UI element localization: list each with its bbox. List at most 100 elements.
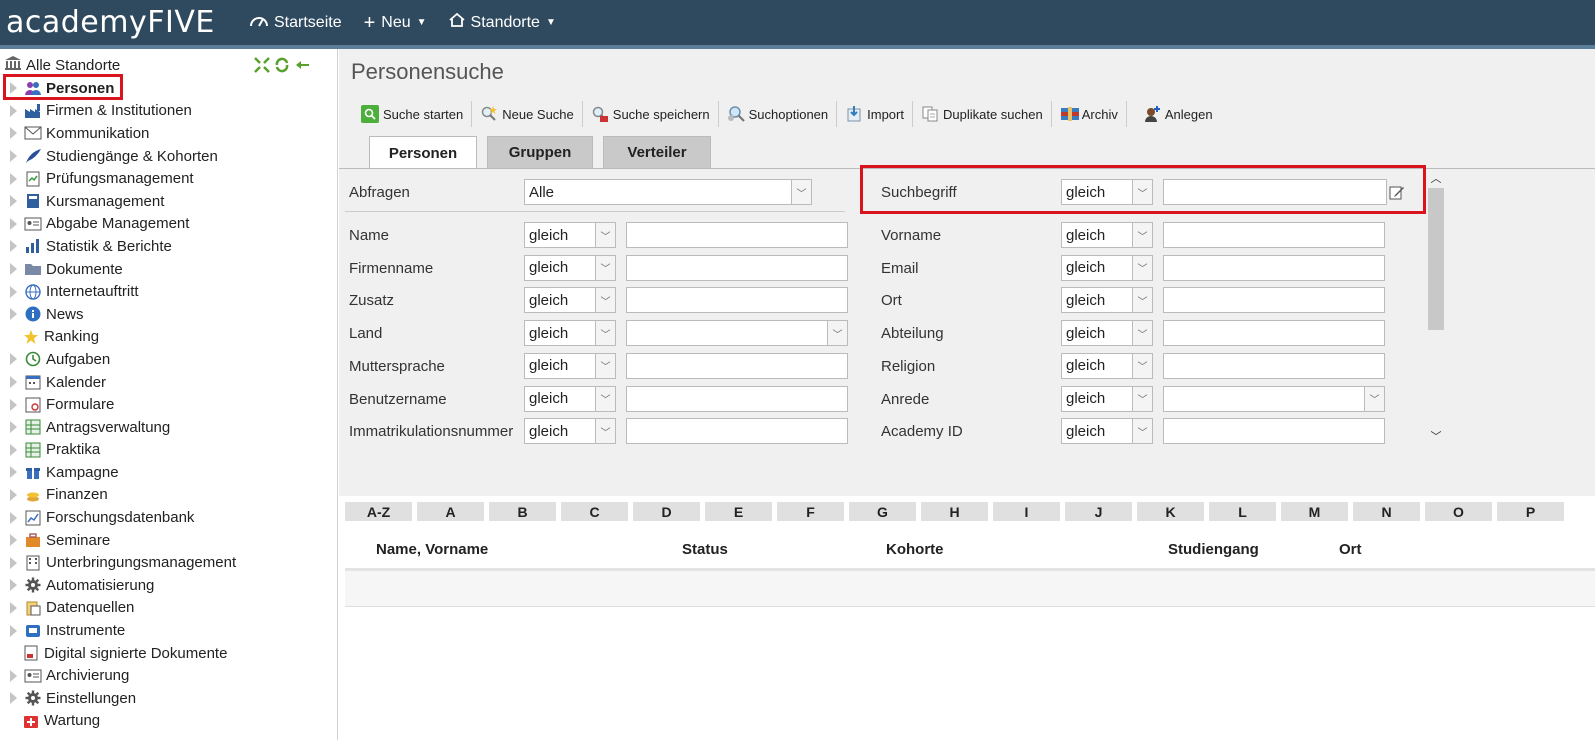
sidebar-item-dokumente[interactable]: Dokumente [8,258,236,281]
sidebar-item-digital-signierte-dokumente[interactable]: Digital signierte Dokumente [8,642,236,665]
expand-arrow-icon[interactable] [10,150,17,163]
col-studiengang[interactable]: Studiengang [1168,541,1259,558]
input-email[interactable] [1163,254,1385,281]
alpha-filter-k[interactable]: K [1137,502,1204,521]
duplikate-suchen-button[interactable]: Duplikate suchen [913,101,1052,127]
expand-arrow-icon[interactable] [10,511,17,524]
abfragen-select[interactable]: Alle ﹀ [524,179,812,205]
sidebar-item-formulare[interactable]: Formulare [8,393,236,416]
expand-all-icon[interactable] [254,57,270,73]
alpha-filter-a[interactable]: A [417,502,484,521]
operator-select[interactable]: gleich ﹀ [1061,222,1153,248]
sidebar-item-prüfungsmanagement[interactable]: Prüfungsmanagement [8,167,236,190]
scroll-up-icon[interactable]: ︿ [1427,169,1445,187]
refresh-icon[interactable] [274,57,290,73]
alpha-filter-f[interactable]: F [777,502,844,521]
form-scrollbar[interactable]: ︿ ﹀ [1427,169,1445,445]
suche-starten-button[interactable]: Suche starten [353,101,473,127]
expand-arrow-icon[interactable] [10,308,17,321]
expand-arrow-icon[interactable] [10,195,17,208]
anlegen-button[interactable]: Anlegen [1127,101,1221,127]
alpha-filter-d[interactable]: D [633,502,700,521]
suche-speichern-button[interactable]: Suche speichern [583,101,719,127]
expand-arrow-icon[interactable] [10,104,17,117]
sidebar-item-antragsverwaltung[interactable]: Antragsverwaltung [8,416,236,439]
input-name[interactable] [626,222,848,248]
sidebar-item-kalender[interactable]: Kalender [8,371,236,394]
sidebar-item-praktika[interactable]: Praktika [8,439,236,462]
expand-arrow-icon[interactable] [10,398,17,411]
expand-arrow-icon[interactable] [10,376,17,389]
operator-select[interactable]: ﹀ [1163,385,1385,412]
expand-arrow-icon[interactable] [10,443,17,456]
sidebar-item-internetauftritt[interactable]: Internetauftritt [8,280,236,303]
col-kohorte[interactable]: Kohorte [886,541,944,558]
input-ort[interactable] [1163,287,1385,314]
import-button[interactable]: Import [837,101,913,127]
sidebar-item-wartung[interactable]: Wartung [8,710,236,733]
operator-select[interactable]: ﹀ [626,320,848,347]
alpha-filter-b[interactable]: B [489,502,556,521]
nav-standorte[interactable]: Standorte ▼ [448,12,556,32]
tree-root[interactable]: Alle Standorte [4,55,120,75]
sidebar-item-automatisierung[interactable]: Automatisierung [8,574,236,597]
operator-select[interactable]: gleich ﹀ [1061,254,1153,281]
expand-arrow-icon[interactable] [10,556,17,569]
sidebar-item-statistik-berichte[interactable]: Statistik & Berichte [8,235,236,258]
sidebar-item-news[interactable]: News [8,303,236,326]
input-immatrikulationsnummer[interactable] [626,418,848,444]
sidebar-item-seminare[interactable]: Seminare [8,529,236,552]
operator-select[interactable]: gleich ﹀ [1061,352,1153,379]
suchoptionen-button[interactable]: Suchoptionen [719,101,838,127]
expand-arrow-icon[interactable] [10,692,17,705]
sidebar-item-ranking[interactable]: Ranking [8,326,236,349]
input-abteilung[interactable] [1163,320,1385,347]
alpha-filter-m[interactable]: M [1281,502,1348,521]
sidebar-item-forschungsdatenbank[interactable]: Forschungsdatenbank [8,506,236,529]
sidebar-item-abgabe-management[interactable]: Abgabe Management [8,213,236,236]
expand-arrow-icon[interactable] [10,240,17,253]
expand-arrow-icon[interactable] [10,353,17,366]
alpha-filter-i[interactable]: I [993,502,1060,521]
sidebar-item-archivierung[interactable]: Archivierung [8,664,236,687]
alpha-filter-n[interactable]: N [1353,502,1420,521]
col-name-vorname[interactable]: Name, Vorname [376,541,488,558]
neue-suche-button[interactable]: Neue Suche [472,101,583,127]
expand-arrow-icon[interactable] [10,285,17,298]
operator-select[interactable]: gleich ﹀ [524,287,616,314]
operator-select[interactable]: gleich ﹀ [524,352,616,379]
alpha-filter-o[interactable]: O [1425,502,1492,521]
input-academy-id[interactable] [1163,418,1385,444]
operator-select[interactable]: gleich ﹀ [524,320,616,347]
nav-startseite[interactable]: Startseite [250,13,342,32]
input-benutzername[interactable] [626,385,848,412]
operator-select[interactable]: gleich ﹀ [1061,385,1153,412]
scroll-thumb[interactable] [1428,188,1444,330]
sidebar-item-unterbringungsmanagement[interactable]: Unterbringungsmanagement [8,551,236,574]
operator-select[interactable]: gleich ﹀ [524,385,616,412]
input-zusatz[interactable] [626,287,848,314]
sidebar-item-einstellungen[interactable]: Einstellungen [8,687,236,710]
sidebar-item-kursmanagement[interactable]: Kursmanagement [8,190,236,213]
operator-select[interactable]: gleich ﹀ [524,418,616,444]
col-ort[interactable]: Ort [1339,541,1362,558]
tab-gruppen[interactable]: Gruppen [487,136,593,168]
tab-personen[interactable]: Personen [369,136,477,169]
col-status[interactable]: Status [682,541,728,558]
alpha-filter-a-z[interactable]: A-Z [345,502,412,521]
alpha-filter-h[interactable]: H [921,502,988,521]
sidebar-item-datenquellen[interactable]: Datenquellen [8,597,236,620]
operator-select[interactable]: gleich ﹀ [1061,320,1153,347]
sidebar-item-aufgaben[interactable]: Aufgaben [8,348,236,371]
alpha-filter-l[interactable]: L [1209,502,1276,521]
sidebar-item-instrumente[interactable]: Instrumente [8,619,236,642]
scroll-down-icon[interactable]: ﹀ [1427,427,1445,445]
expand-arrow-icon[interactable] [10,488,17,501]
alpha-filter-g[interactable]: G [849,502,916,521]
input-religion[interactable] [1163,352,1385,379]
tab-verteiler[interactable]: Verteiler [603,136,711,168]
alpha-filter-j[interactable]: J [1065,502,1132,521]
input-firmenname[interactable] [626,254,848,281]
input-muttersprache[interactable] [626,352,848,379]
archiv-button[interactable]: Archiv [1052,101,1127,127]
